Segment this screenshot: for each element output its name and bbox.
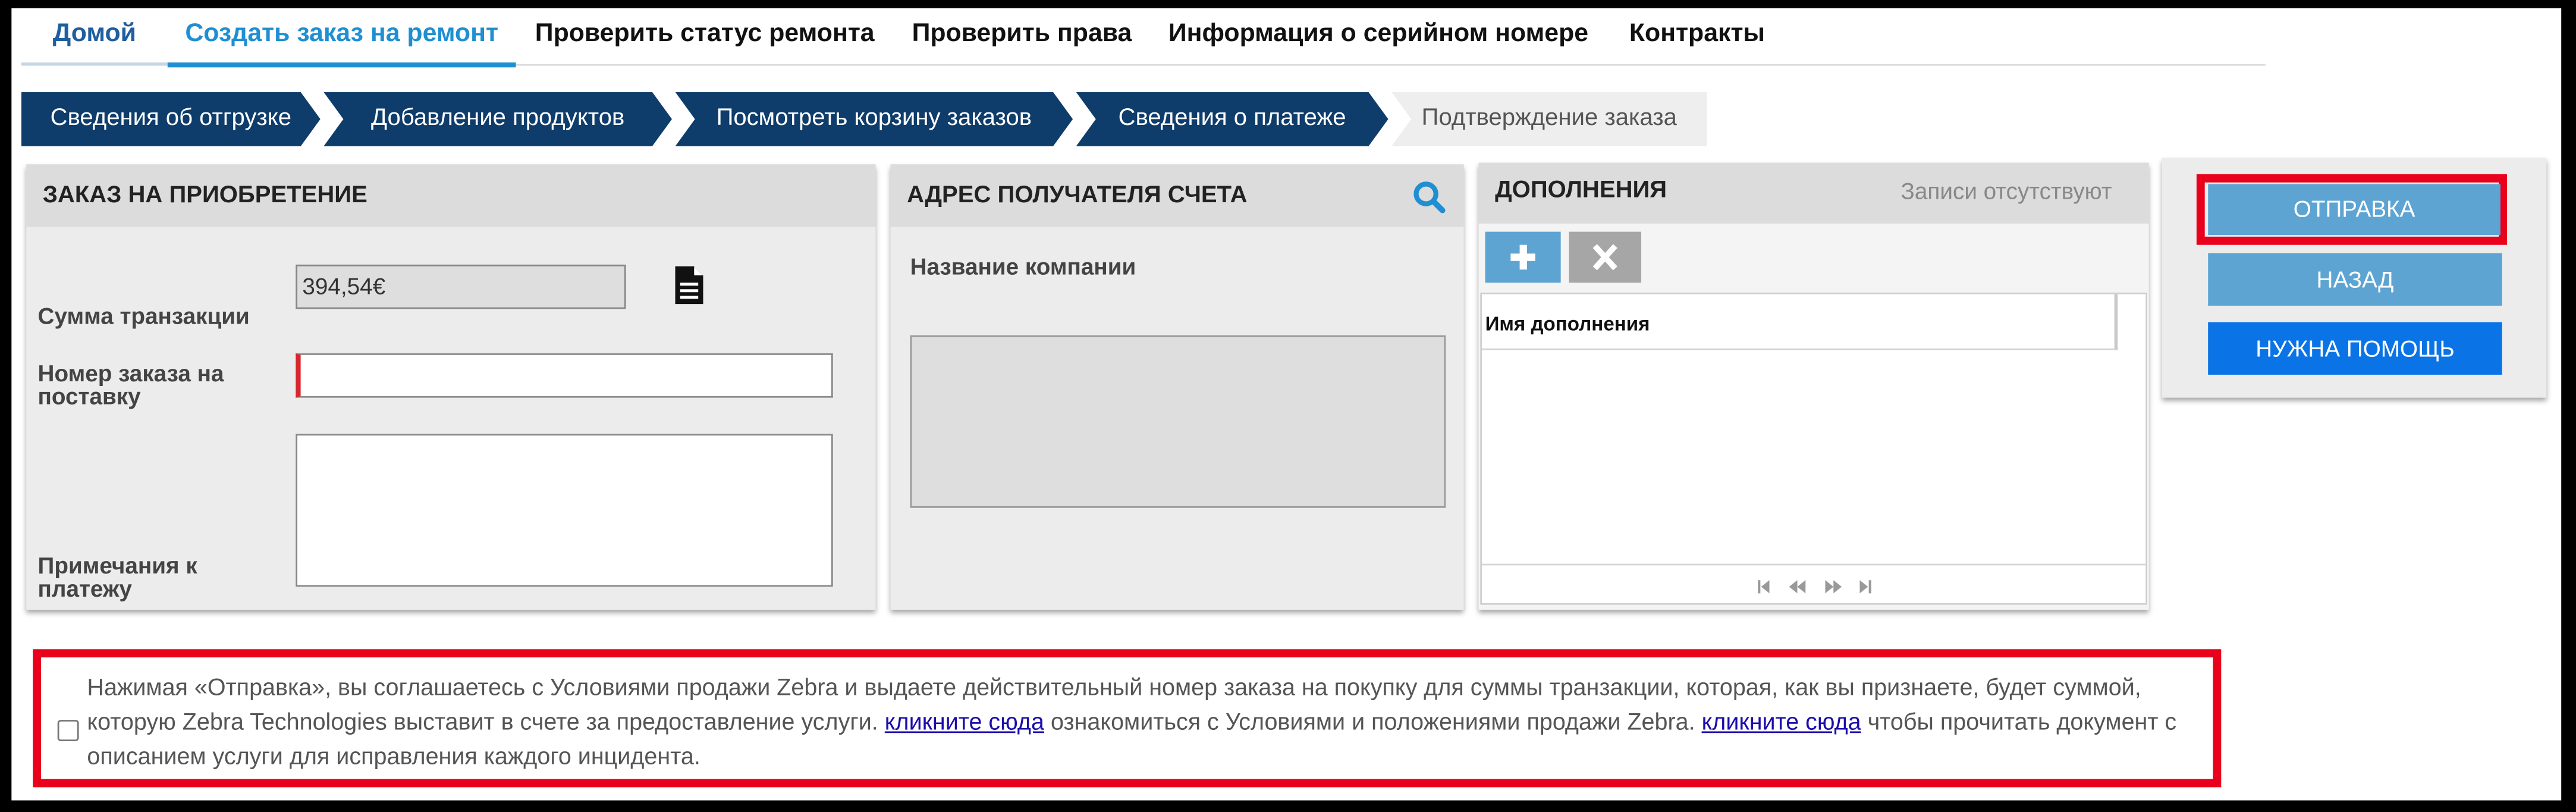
nav-tab-contracts[interactable]: Контракты <box>1618 11 1776 62</box>
po-number-input[interactable] <box>296 353 833 398</box>
actions-panel: ОТПРАВКА НАЗАД НУЖНА ПОМОЩЬ <box>2162 158 2547 398</box>
nav-tab-check-entitlement[interactable]: Проверить права <box>905 11 1138 62</box>
step-order-confirmation: Подтверждение заказа <box>1391 92 1707 146</box>
step-payment-info[interactable]: Сведения о платеже <box>1076 92 1388 146</box>
plus-icon <box>1510 244 1535 270</box>
addons-empty-text: Записи отсутствуют <box>1900 177 2112 204</box>
back-button[interactable]: НАЗАД <box>2208 253 2502 306</box>
add-addon-button[interactable] <box>1485 231 1561 283</box>
grid-divider <box>1482 563 2146 566</box>
po-number-label: Номер заказа на поставку <box>38 362 224 407</box>
billing-address-panel: АДРЕС ПОЛУЧАТЕЛЯ СЧЕТА Название компании <box>890 164 1464 610</box>
terms-of-sale-link[interactable]: кликните сюда <box>885 710 1044 736</box>
top-navigation: Домой Создать заказ на ремонт Проверить … <box>21 11 2266 68</box>
nav-tab-create-repair-order[interactable]: Создать заказ на ремонт <box>167 11 516 68</box>
po-number-label-line1: Номер заказа на <box>37 360 224 387</box>
billing-address-textarea[interactable] <box>910 335 1446 508</box>
need-help-button[interactable]: НУЖНА ПОМОЩЬ <box>2208 322 2502 375</box>
page: Домой Создать заказ на ремонт Проверить … <box>11 8 2562 801</box>
po-number-label-line2: поставку <box>37 383 141 409</box>
nav-tab-home[interactable]: Домой <box>21 11 168 66</box>
purchase-order-panel: ЗАКАЗ НА ПРИОБРЕТЕНИЕ Сумма транзакции 3… <box>26 164 876 610</box>
step-add-products[interactable]: Добавление продуктов <box>323 92 672 146</box>
pager <box>1758 575 1873 595</box>
submit-button[interactable]: ОТПРАВКА <box>2208 184 2500 236</box>
search-icon[interactable] <box>1413 181 1446 214</box>
purchase-order-header: ЗАКАЗ НА ПРИОБРЕТЕНИЕ <box>26 164 876 227</box>
service-description-link[interactable]: кликните сюда <box>1702 710 1861 736</box>
remove-addon-button[interactable] <box>1569 231 1642 283</box>
company-name-label: Название компании <box>910 253 1136 280</box>
billing-address-header: АДРЕС ПОЛУЧАТЕЛЯ СЧЕТА <box>890 164 1464 227</box>
transaction-amount-field: 394,54€ <box>296 264 626 309</box>
payment-notes-label: Примечания к платежу <box>38 554 197 600</box>
document-icon[interactable] <box>674 265 705 306</box>
addons-panel: ДОПОЛНЕНИЯ Записи отсутствуют Имя дополн… <box>1478 162 2149 610</box>
addons-grid-header: Имя дополнения <box>1482 294 2118 350</box>
terms-text-part2: ознакомиться с Условиями и положениями п… <box>1050 710 1695 736</box>
terms-agreement: Нажимая «Отправка», вы соглашаетесь с Ус… <box>33 649 2222 788</box>
close-icon <box>1592 244 1617 271</box>
addons-grid: Имя дополнения <box>1480 292 2147 605</box>
payment-notes-textarea[interactable] <box>296 434 833 587</box>
terms-checkbox[interactable] <box>57 720 79 742</box>
addons-title: ДОПОЛНЕНИЯ <box>1495 177 1667 204</box>
terms-text: Нажимая «Отправка», вы соглашаетесь с Ус… <box>87 672 2216 776</box>
purchase-order-title: ЗАКАЗ НА ПРИОБРЕТЕНИЕ <box>42 182 367 209</box>
transaction-amount-label: Сумма транзакции <box>37 302 250 329</box>
payment-notes-label-line1: Примечания к <box>37 552 197 579</box>
nav-tab-serial-number-info[interactable]: Информация о серийном номере <box>1163 11 1594 62</box>
billing-address-title: АДРЕС ПОЛУЧАТЕЛЯ СЧЕТА <box>907 182 1248 209</box>
step-shipping-info[interactable]: Сведения об отгрузке <box>21 92 321 146</box>
step-view-cart[interactable]: Посмотреть корзину заказов <box>676 92 1073 146</box>
addons-header: ДОПОЛНЕНИЯ Записи отсутствуют <box>1478 162 2149 224</box>
addon-name-column-header[interactable]: Имя дополнения <box>1485 312 1650 336</box>
payment-notes-label-line2: платежу <box>37 575 132 602</box>
nav-tab-check-repair-status[interactable]: Проверить статус ремонта <box>527 11 882 62</box>
